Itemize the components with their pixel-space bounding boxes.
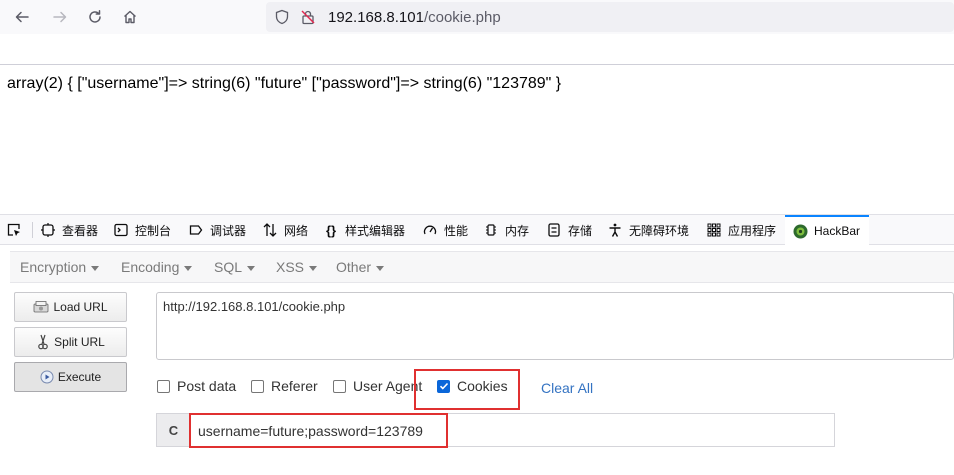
post-data-checkbox[interactable] — [157, 379, 170, 393]
tab-debugger[interactable]: 调试器 — [188, 215, 246, 245]
split-url-button[interactable]: Split URL — [14, 327, 127, 357]
menu-xss[interactable]: XSS — [276, 259, 318, 275]
tab-label: 存储 — [568, 223, 593, 238]
url-text: 192.168.8.101/cookie.php — [328, 9, 501, 26]
hackbar-icon — [792, 223, 808, 239]
tab-style-editor[interactable]: {} 样式编辑器 — [323, 215, 405, 245]
toolbar-spacer — [0, 34, 954, 64]
forward-arrow-icon[interactable] — [48, 5, 72, 29]
scissors-icon — [36, 334, 50, 350]
menu-label: Other — [336, 259, 372, 275]
insecure-lock-icon[interactable] — [300, 9, 316, 30]
element-picker-icon[interactable] — [6, 222, 22, 243]
referer-option[interactable]: Referer — [251, 378, 318, 394]
clear-all-link[interactable]: Clear All — [541, 380, 593, 396]
url-host: 192.168.8.101 — [328, 9, 424, 26]
execute-button[interactable]: Execute — [14, 362, 127, 392]
debugger-icon — [188, 222, 204, 238]
tab-label: 应用程序 — [728, 223, 777, 238]
menu-other[interactable]: Other — [336, 259, 385, 275]
menu-sql[interactable]: SQL — [214, 259, 256, 275]
user-agent-label: User Agent — [353, 378, 423, 394]
tab-hackbar[interactable]: HackBar — [785, 215, 869, 245]
tab-accessibility[interactable]: 无障碍环境 — [607, 215, 689, 245]
tab-label: HackBar — [814, 224, 861, 238]
tab-network[interactable]: 网络 — [262, 215, 308, 245]
tab-label: 查看器 — [62, 223, 99, 238]
browser-toolbar: 192.168.8.101/cookie.php — [0, 0, 954, 34]
application-icon — [706, 222, 722, 238]
caret-down-icon — [184, 265, 193, 271]
post-data-label: Post data — [177, 378, 237, 394]
highlight-box-cookies — [414, 369, 520, 410]
back-arrow-icon[interactable] — [10, 5, 34, 29]
home-icon[interactable] — [118, 5, 142, 29]
address-bar[interactable]: 192.168.8.101/cookie.php — [266, 2, 954, 32]
toolbar-divider — [0, 64, 954, 65]
split-url-label: Split URL — [54, 335, 105, 349]
tab-console[interactable]: 控制台 — [113, 215, 171, 245]
menu-encoding[interactable]: Encoding — [121, 259, 193, 275]
cookie-prefix-label: C — [156, 413, 190, 447]
tab-divider — [32, 222, 33, 238]
load-url-label: Load URL — [53, 300, 108, 314]
tab-inspector[interactable]: 查看器 — [40, 215, 98, 245]
url-path: /cookie.php — [423, 9, 501, 26]
post-data-option[interactable]: Post data — [157, 378, 236, 394]
hackbar-menu: Encryption Encoding SQL XSS Other — [10, 251, 954, 283]
tab-performance[interactable]: 性能 — [422, 215, 468, 245]
performance-icon — [422, 222, 438, 238]
tab-label: 网络 — [284, 223, 309, 238]
load-url-icon — [33, 300, 49, 314]
execute-label: Execute — [57, 370, 102, 384]
tab-label: 调试器 — [210, 223, 247, 238]
console-icon — [113, 222, 129, 238]
play-icon — [40, 370, 54, 384]
menu-encryption[interactable]: Encryption — [20, 259, 100, 275]
menu-label: SQL — [214, 259, 243, 275]
tab-label: 内存 — [505, 223, 530, 238]
storage-icon — [546, 222, 562, 238]
tab-memory[interactable]: 内存 — [483, 215, 529, 245]
tab-label: 无障碍环境 — [629, 223, 690, 238]
menu-label: XSS — [276, 259, 305, 275]
inspector-icon — [40, 222, 56, 238]
url-textarea[interactable]: http://192.168.8.101/cookie.php — [156, 292, 954, 360]
menu-label: Encryption — [20, 259, 87, 275]
menu-label: Encoding — [121, 259, 180, 275]
tab-storage[interactable]: 存储 — [546, 215, 592, 245]
accessibility-icon — [607, 222, 623, 238]
caret-down-icon — [376, 265, 385, 271]
user-agent-option[interactable]: User Agent — [333, 378, 422, 394]
caret-down-icon — [309, 265, 318, 271]
reload-icon[interactable] — [83, 5, 107, 29]
highlight-box-cookie-value — [189, 413, 448, 448]
page-output-text: array(2) { ["username"]=> string(6) "fut… — [7, 75, 562, 92]
referer-label: Referer — [271, 378, 318, 394]
user-agent-checkbox[interactable] — [333, 379, 346, 393]
devtools-panel: 查看器 控制台 调试器 网络 {} 样式编辑器 性能 内存 存储 无障碍环境 应… — [0, 214, 954, 475]
devtools-tabbar: 查看器 控制台 调试器 网络 {} 样式编辑器 性能 内存 存储 无障碍环境 应… — [0, 215, 954, 245]
memory-icon — [483, 222, 499, 238]
caret-down-icon — [247, 265, 256, 271]
tab-label: 性能 — [444, 223, 469, 238]
load-url-button[interactable]: Load URL — [14, 292, 127, 322]
network-icon — [262, 222, 278, 238]
style-editor-icon: {} — [325, 222, 337, 238]
referer-checkbox[interactable] — [251, 379, 264, 393]
caret-down-icon — [91, 265, 100, 271]
tab-application[interactable]: 应用程序 — [706, 215, 776, 245]
tab-label: 样式编辑器 — [345, 223, 406, 238]
tracking-shield-icon[interactable] — [274, 9, 290, 30]
tab-label: 控制台 — [135, 223, 172, 238]
